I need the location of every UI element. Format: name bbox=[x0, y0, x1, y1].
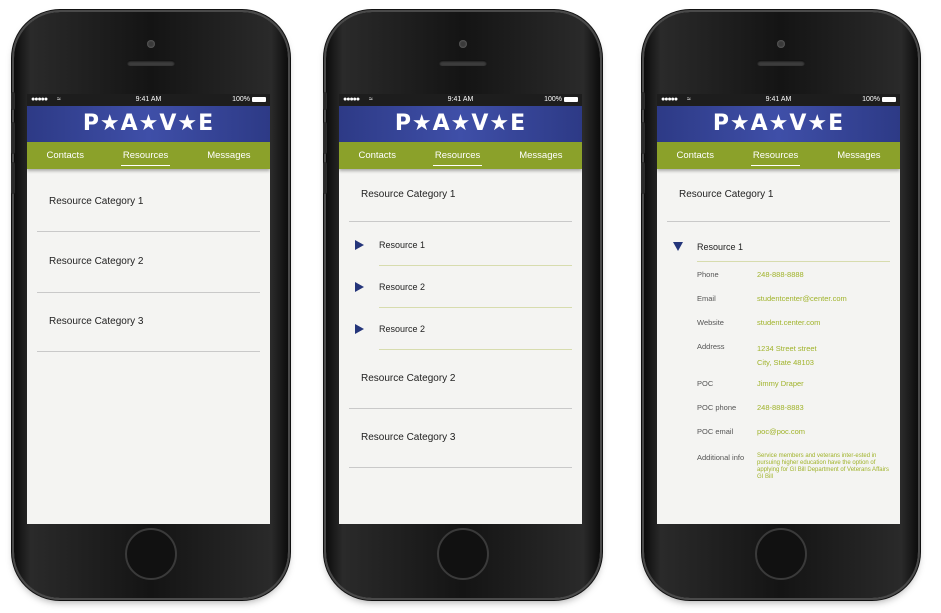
category-list: Resource Category 1 Resource Category 2 … bbox=[27, 169, 270, 352]
category-item[interactable]: Resource Category 2 bbox=[37, 232, 260, 293]
home-button[interactable] bbox=[437, 528, 489, 580]
tab-bar: Contacts Resources Messages bbox=[27, 142, 270, 169]
pave-logo: P★A★V★E bbox=[394, 111, 527, 136]
resource-label: Resource 2 bbox=[379, 324, 426, 334]
tab-resources[interactable]: Resources bbox=[750, 150, 801, 166]
battery-status: 100% bbox=[232, 94, 266, 106]
category-list: Resource Category 1 Resource 1 Resource … bbox=[339, 169, 582, 468]
screen: ●●●●● ≈ 9:41 AM 100% P★A★V★E Contacts Re… bbox=[27, 94, 270, 524]
detail-row: Address 1234 Street street City, State 48… bbox=[697, 342, 890, 379]
phone-1: ●●●●● ≈ 9:41 AM 100% P★A★V★E Contacts Re… bbox=[11, 12, 288, 598]
poc-email-link[interactable]: poc@poc.com bbox=[757, 427, 890, 453]
detail-row: Phone 248-888-8888 bbox=[697, 270, 890, 294]
speaker-grille bbox=[757, 60, 805, 66]
detail-row: POC email poc@poc.com bbox=[697, 427, 890, 453]
app-header: P★A★V★E bbox=[657, 106, 900, 142]
detail-row: POC phone 248-888-8883 bbox=[697, 403, 890, 427]
status-bar: ●●●●● ≈ 9:41 AM 100% bbox=[339, 94, 582, 106]
triangle-right-icon bbox=[355, 324, 364, 334]
camera-icon bbox=[459, 40, 467, 48]
battery-icon bbox=[882, 96, 896, 102]
email-link[interactable]: studentcenter@center.com bbox=[757, 294, 890, 318]
detail-row: Additional info Service members and vete… bbox=[697, 453, 889, 480]
poc-name: Jimmy Draper bbox=[757, 379, 804, 388]
category-item[interactable]: Resource Category 3 bbox=[37, 293, 260, 352]
app-header: P★A★V★E bbox=[339, 106, 582, 142]
app-header: P★A★V★E bbox=[27, 106, 270, 142]
battery-status: 100% bbox=[544, 94, 578, 106]
speaker-grille bbox=[127, 60, 175, 66]
resource-label: Resource 1 bbox=[379, 240, 426, 250]
triangle-right-icon bbox=[355, 240, 364, 250]
battery-icon bbox=[252, 96, 266, 102]
additional-info: Service members and veterans inter-ested… bbox=[757, 453, 889, 480]
tab-contacts[interactable]: Contacts bbox=[356, 150, 398, 161]
tab-messages[interactable]: Messages bbox=[835, 150, 882, 161]
tab-bar: Contacts Resources Messages bbox=[657, 142, 900, 169]
category-item[interactable]: Resource Category 2 bbox=[349, 350, 572, 409]
screen: ●●●●● ≈ 9:41 AM 100% P★A★V★E Contacts Re… bbox=[657, 94, 900, 524]
camera-icon bbox=[147, 40, 155, 48]
resource-item[interactable]: Resource 2 bbox=[349, 266, 572, 308]
pave-logo: P★A★V★E bbox=[712, 111, 845, 136]
phone-3: ●●●●● ≈ 9:41 AM 100% P★A★V★E Contacts Re… bbox=[641, 12, 918, 598]
tab-bar: Contacts Resources Messages bbox=[339, 142, 582, 169]
detail-row: Email studentcenter@center.com bbox=[697, 294, 890, 318]
status-bar: ●●●●● ≈ 9:41 AM 100% bbox=[657, 94, 900, 106]
home-button[interactable] bbox=[755, 528, 807, 580]
tab-contacts[interactable]: Contacts bbox=[44, 150, 86, 161]
status-bar: ●●●●● ≈ 9:41 AM 100% bbox=[27, 94, 270, 106]
category-item[interactable]: Resource Category 1 bbox=[349, 169, 572, 222]
category-item[interactable]: Resource Category 1 bbox=[37, 173, 260, 232]
detail-row: Website student.center.com bbox=[697, 318, 890, 342]
resource-label: Resource 2 bbox=[379, 282, 426, 292]
tab-messages[interactable]: Messages bbox=[205, 150, 252, 161]
website-link[interactable]: student.center.com bbox=[757, 318, 890, 342]
battery-status: 100% bbox=[862, 94, 896, 106]
speaker-grille bbox=[439, 60, 487, 66]
phone-link[interactable]: 248-888-8888 bbox=[757, 270, 890, 294]
resource-item[interactable]: Resource 1 bbox=[349, 224, 572, 266]
triangle-right-icon bbox=[355, 282, 364, 292]
camera-icon bbox=[777, 40, 785, 48]
battery-icon bbox=[564, 96, 578, 102]
phone-2: ●●●●● ≈ 9:41 AM 100% P★A★V★E Contacts Re… bbox=[323, 12, 600, 598]
home-button[interactable] bbox=[125, 528, 177, 580]
resource-details: Phone 248-888-8888 Email studentcenter@c… bbox=[667, 262, 890, 481]
tab-contacts[interactable]: Contacts bbox=[674, 150, 716, 161]
tab-resources[interactable]: Resources bbox=[120, 150, 171, 166]
category-item[interactable]: Resource Category 1 bbox=[667, 169, 890, 222]
poc-phone-link[interactable]: 248-888-8883 bbox=[757, 403, 890, 427]
resource-item[interactable]: Resource 2 bbox=[349, 308, 572, 350]
tab-messages[interactable]: Messages bbox=[517, 150, 564, 161]
category-item[interactable]: Resource Category 3 bbox=[349, 409, 572, 468]
resource-detail-view: Resource Category 1 Resource 1 Phone 248… bbox=[657, 169, 900, 481]
detail-row: POC Jimmy Draper bbox=[697, 379, 890, 403]
pave-logo: P★A★V★E bbox=[82, 111, 215, 136]
tab-resources[interactable]: Resources bbox=[432, 150, 483, 166]
screen: ●●●●● ≈ 9:41 AM 100% P★A★V★E Contacts Re… bbox=[339, 94, 582, 524]
resource-label: Resource 1 bbox=[697, 242, 744, 252]
address-value[interactable]: 1234 Street street City, State 48103 bbox=[757, 342, 890, 379]
resource-item[interactable]: Resource 1 bbox=[667, 222, 890, 262]
triangle-down-icon bbox=[673, 242, 683, 251]
